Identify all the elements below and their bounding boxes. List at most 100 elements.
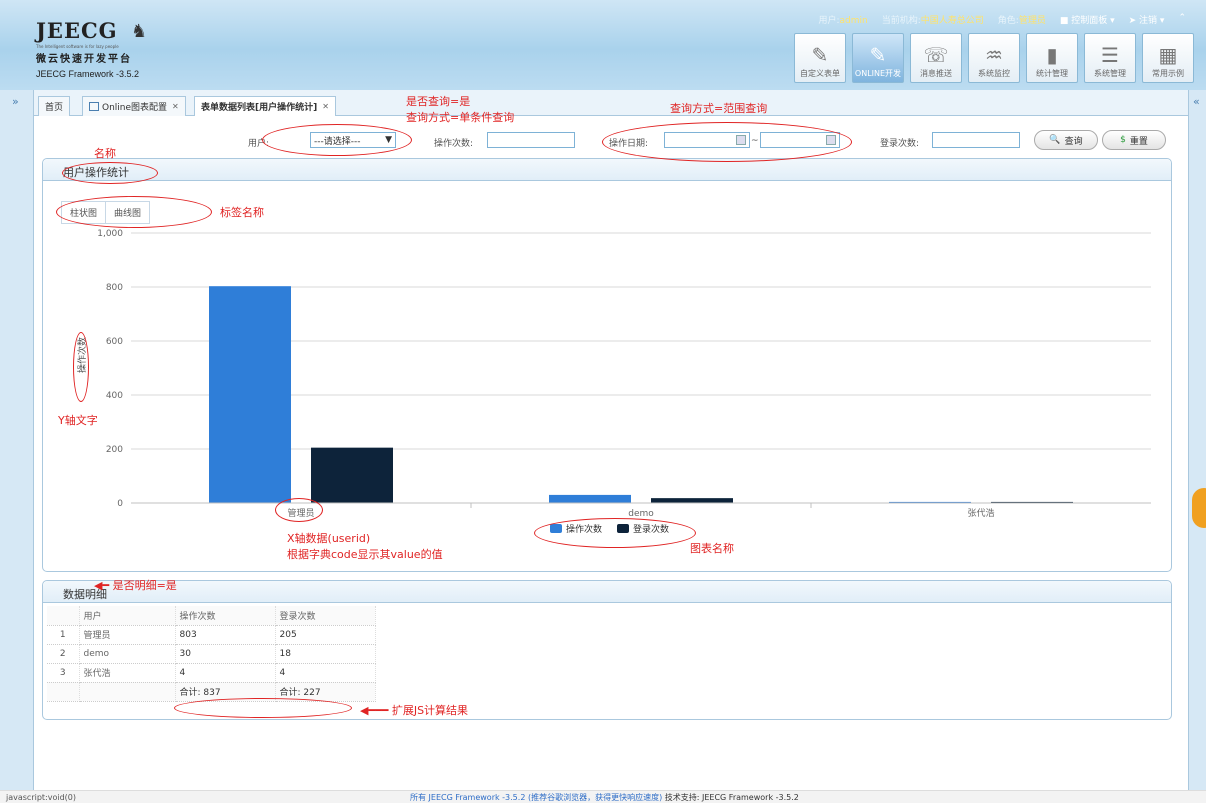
y-tick-label: 600 [106,337,123,347]
role-info: 角色:管理员 [998,13,1046,26]
table-row[interactable]: 1 管理员 803 205 [47,625,376,645]
floating-widget[interactable] [1192,488,1206,528]
y-tick-label: 1,000 [97,229,123,239]
detail-panel-title: 数据明细 [43,581,1171,603]
control-panel-label: 控制面板 [1071,16,1108,26]
status-bar: javascript:void(0) 所有 JEECG Framework -3… [0,790,1206,803]
module-label: 系统管理 [1094,69,1126,78]
cell-user: 张代浩 [79,663,176,683]
annotation-tab-name: 标签名称 [220,206,264,219]
module-system-admin[interactable]: ☰ 系统管理 [1084,33,1136,83]
module-toolbar: ✎ 自定义表单 ✎ ONLINE开发 ☏ 消息推送 ♒ 系统监控 ▮ 统计管理 ☰ 系统管理… [794,33,1194,83]
module-system-monitor[interactable]: ♒ 系统监控 [968,33,1020,83]
bar-1-0 [311,447,393,503]
annotation-x-axis-dict: 根据字典code显示其value的值 [287,548,443,561]
reset-button[interactable]: $ 重置 [1102,130,1166,150]
module-label: 消息推送 [920,69,952,78]
tab-label: Online图表配置 [102,103,168,113]
cell-login-count: 18 [275,644,376,664]
x-tick-label: 张代浩 [967,507,994,519]
tab-label: 表单数据列表[用户操作统计] [201,103,318,113]
grid-icon: ▦ [1158,43,1178,67]
table-row[interactable]: 2 demo 30 18 [47,644,376,664]
panel-icon: ■ [1059,16,1072,26]
edit-icon: ✎ [811,43,829,67]
annotation-query-single: 查询方式=单条件查询 [406,111,515,124]
annotation-ellipse [602,122,852,162]
annotation-ellipse [275,498,323,522]
annotation-ellipse [56,196,212,228]
annotation-x-axis: X轴数据(userid) [287,532,371,545]
user-info-bar: 用户:admin 当前机构:中国人寿总公司 角色:管理员 ■ 控制面板 ▾ ➤ … [818,13,1186,26]
table-row[interactable]: 3 张代浩 4 4 [47,663,376,683]
logout-menu[interactable]: ➤ 注销 ▾ [1129,13,1165,26]
copyright: 所有 JEECG Framework -3.5.2 (推荐谷歌浏览器，获得更快响… [410,792,799,803]
copyright-3: 技术支持: JEECG Framework -3.5.2 [664,793,799,802]
module-stats[interactable]: ▮ 统计管理 [1026,33,1078,83]
column-header-op-count[interactable]: 操作次数 [175,606,276,626]
user-info: 用户:admin [818,13,867,26]
row-number-header [47,606,80,626]
left-arrow-icon: ◀━ [94,579,113,592]
annotation-query-range: 查询方式=范围查询 [670,102,768,115]
annotation-name: 名称 [94,147,116,160]
expand-left-icon[interactable]: » [12,95,19,108]
app-header: JEECG The Intelligent software is for la… [0,0,1206,90]
row-number: 2 [47,644,80,664]
tab-home[interactable]: 首页 [38,96,71,116]
right-rail: « [1188,90,1206,790]
annotation-is-detail-text: 是否明细=是 [112,579,177,592]
y-tick-label: 200 [106,445,123,455]
annotation-ellipse [73,332,89,402]
search-button-label: 查询 [1064,136,1083,147]
bar-1-1 [651,498,733,503]
tab-form-data-list[interactable]: 表单数据列表[用户操作统计] ✕ [194,96,336,116]
op-count-input[interactable] [487,132,575,148]
org-label: 当前机构: [881,16,921,26]
left-rail: » [0,90,34,790]
logo: JEECG The Intelligent software is for la… [36,18,166,88]
user-value: admin [839,16,868,26]
close-icon[interactable]: ✕ [172,102,179,111]
column-header-login-count[interactable]: 登录次数 [275,606,376,626]
module-online-dev[interactable]: ✎ ONLINE开发 [852,33,904,83]
annotation-is-detail: ◀━ 是否明细=是 [94,577,177,593]
control-panel-menu[interactable]: ■ 控制面板 ▾ [1060,13,1115,26]
module-custom-form[interactable]: ✎ 自定义表单 [794,33,846,83]
cell-user: 管理员 [79,625,176,645]
cell-login-count: 205 [275,625,376,645]
column-header-user[interactable]: 用户 [79,606,176,626]
search-button[interactable]: 🔍 查询 [1034,130,1098,150]
monitor-icon: ♒ [985,43,1003,67]
annotation-js-result-text: 扩展JS计算结果 [391,704,469,717]
cell-op-count: 803 [175,625,276,645]
module-label: ONLINE开发 [854,69,902,78]
module-label: 系统监控 [978,69,1010,78]
cell-login-count: 4 [275,663,376,683]
org-info: 当前机构:中国人寿总公司 [882,13,984,26]
module-message-push[interactable]: ☏ 消息推送 [910,33,962,83]
logo-subtitle: 微云快速开发平台 [36,54,132,65]
tab-bar: 首页 Online图表配置 ✕ 表单数据列表[用户操作统计] ✕ [34,90,1188,116]
table-icon [89,102,99,111]
copyright-1: 所有 JEECG Framework -3.5.2 [410,793,526,802]
module-examples[interactable]: ▦ 常用示例 [1142,33,1194,83]
table-footer-row: 合计: 837 合计: 227 [47,682,376,702]
login-count-input[interactable] [932,132,1020,148]
tab-online-chart-config[interactable]: Online图表配置 ✕ [82,96,186,116]
logo-figure-icon: ♞ [131,21,148,42]
user-label: 用户: [818,16,840,26]
collapse-header-icon[interactable]: ⌃ [1178,13,1186,26]
op-count-label: 操作次数: [434,139,474,149]
row-number: 3 [47,663,80,683]
expand-right-icon[interactable]: « [1193,95,1200,108]
row-number: 1 [47,625,80,645]
table-header-row: 用户 操作次数 登录次数 [47,606,376,626]
chart-panel: 用户操作统计 柱状图 曲线图 0 200 400 600 800 1,000 操作次数 管理员… [42,158,1172,572]
annotation-js-result: ◀━━━ 扩展JS计算结果 [360,702,468,718]
close-icon[interactable]: ✕ [322,102,329,111]
status-link: javascript:void(0) [6,793,77,802]
cell-op-count: 30 [175,644,276,664]
left-arrow-icon: ◀━━━ [360,704,392,717]
org-value: 中国人寿总公司 [920,16,984,26]
